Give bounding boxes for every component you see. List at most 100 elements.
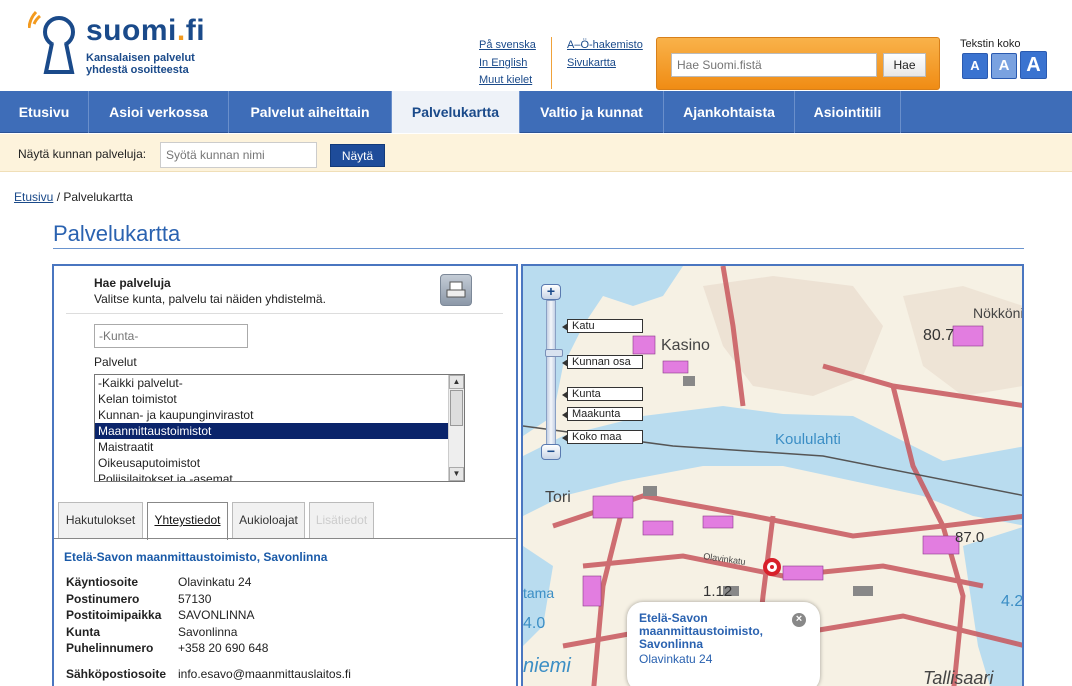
map-elevation: 87.0	[955, 529, 984, 546]
service-option[interactable]: -Kaikki palvelut-	[95, 375, 464, 391]
logo-wordmark: suomi.fi	[86, 14, 206, 47]
main-nav: Etusivu Asioi verkossa Palvelut aiheitta…	[0, 91, 1072, 133]
office-details: Käyntiosoite Olavinkatu 24 Postinumero 571…	[66, 574, 351, 682]
detail-key: Käyntiosoite	[66, 575, 139, 589]
text-size-control: Tekstin koko	[960, 38, 1021, 50]
municipality-show-button[interactable]: Näytä	[330, 144, 385, 167]
detail-value: 57130	[178, 591, 212, 606]
link-english[interactable]: In English	[479, 55, 536, 73]
service-option-selected[interactable]: Maanmittaustoimistot	[95, 423, 464, 439]
detail-value-email[interactable]: info.esavo@maanmittauslaitos.fi	[178, 666, 351, 683]
detail-row: Käyntiosoite Olavinkatu 24	[66, 574, 351, 591]
service-option[interactable]: Poliisilaitokset ja -asemat	[95, 471, 464, 481]
detail-row: Kunta Savonlinna	[66, 624, 351, 641]
tabs-baseline	[54, 538, 516, 539]
link-sitemap[interactable]: Sivukartta	[567, 55, 643, 73]
tab-hakutulokset[interactable]: Hakutulokset	[58, 502, 143, 539]
site-search-input[interactable]	[671, 53, 877, 77]
zoom-level-koko-maa[interactable]: Koko maa	[562, 430, 643, 444]
detail-row-email: Sähköpostiosoite info.esavo@maanmittausla…	[66, 666, 351, 683]
tab-yhteystiedot[interactable]: Yhteystiedot	[147, 502, 228, 540]
detail-key: Postinumero	[66, 591, 140, 606]
nav-item-valtio-ja-kunnat[interactable]: Valtio ja kunnat	[520, 91, 664, 133]
service-option[interactable]: Maistraatit	[95, 439, 464, 455]
map-elevation: 1.12	[703, 583, 732, 600]
map-label-tallisaari: Tallisaari	[923, 668, 994, 686]
nav-item-asiointitili[interactable]: Asiointitili	[795, 91, 901, 133]
scroll-down-icon[interactable]: ▼	[449, 467, 464, 481]
map-label-tama: tama	[523, 585, 554, 601]
text-size-large-button[interactable]: A	[1020, 51, 1047, 79]
nav-item-palvelukartta[interactable]: Palvelukartta	[392, 91, 520, 133]
text-size-medium-button[interactable]: A	[991, 53, 1017, 79]
panel-subtitle: Valitse kunta, palvelu tai näiden yhdist…	[94, 292, 326, 306]
tab-lisatiedot: Lisätiedot	[309, 502, 374, 539]
result-tabs: Hakutulokset Yhteystiedot Aukioloajat Li…	[58, 502, 516, 540]
scroll-thumb[interactable]	[450, 390, 463, 426]
service-map[interactable]: Kasino Koululahti Nökköni Tori Olavinkat…	[521, 264, 1024, 686]
office-name: Etelä-Savon maanmittaustoimisto, Savonli…	[64, 550, 328, 564]
service-option[interactable]: Kelan toimistot	[95, 391, 464, 407]
page: suomi.fi Kansalaisen palvelut yhdestä os…	[0, 0, 1072, 686]
map-info-popup: Etelä-Savon maanmittaustoimisto, Savonli…	[627, 602, 820, 686]
breadcrumb-current: Palvelukartta	[63, 190, 133, 204]
detail-row: Postitoimipaikka SAVONLINNA	[66, 607, 351, 624]
panel-divider	[66, 313, 503, 314]
nav-item-ajankohtaista[interactable]: Ajankohtaista	[664, 91, 795, 133]
map-label-kasino: Kasino	[661, 337, 710, 354]
map-elevation: 4.2	[1001, 593, 1023, 610]
service-search-panel: Hae palveluja Valitse kunta, palvelu tai…	[52, 264, 518, 686]
map-elevation: 80.7	[923, 327, 954, 344]
map-label-tori: Tori	[545, 489, 571, 506]
nav-item-asioi-verkossa[interactable]: Asioi verkossa	[89, 91, 229, 133]
breadcrumb: Etusivu / Palvelukartta	[14, 190, 133, 204]
logo-tagline: Kansalaisen palvelut yhdestä osoitteesta	[86, 52, 195, 76]
detail-key: Kunta	[66, 624, 100, 639]
nav-item-etusivu[interactable]: Etusivu	[0, 91, 89, 133]
service-option[interactable]: Oikeusaputoimistot	[95, 455, 464, 471]
detail-value: SAVONLINNA	[178, 608, 255, 622]
detail-value: Savonlinna	[178, 624, 238, 639]
map-label-koululahti: Koululahti	[775, 431, 841, 448]
link-a-o-index[interactable]: A–Ö-hakemisto	[567, 37, 643, 55]
zoom-level-kunta[interactable]: Kunta	[562, 387, 643, 401]
zoom-level-katu[interactable]: Katu	[562, 319, 643, 333]
site-search-button[interactable]: Hae	[883, 53, 926, 77]
scroll-up-icon[interactable]: ▲	[449, 375, 464, 389]
map-label-niemi: niemi	[523, 655, 571, 677]
location-marker-icon[interactable]	[763, 558, 781, 576]
print-button[interactable]	[440, 274, 472, 306]
zoom-out-button[interactable]: −	[541, 444, 561, 460]
site-search: Hae	[656, 37, 940, 90]
zoom-control: + −	[541, 284, 563, 460]
zoom-slider[interactable]	[545, 300, 563, 446]
link-other-languages[interactable]: Muut kielet	[479, 72, 536, 90]
suomi-fi-logo[interactable]: suomi.fi Kansalaisen palvelut yhdestä os…	[27, 10, 208, 80]
tab-aukioloajat[interactable]: Aukioloajat	[232, 502, 305, 539]
breadcrumb-home-link[interactable]: Etusivu	[14, 190, 53, 204]
services-label: Palvelut	[94, 355, 137, 369]
link-svenska[interactable]: På svenska	[479, 37, 536, 55]
title-divider	[53, 248, 1024, 249]
zoom-slider-handle[interactable]	[545, 349, 563, 357]
municipality-input[interactable]	[160, 142, 317, 168]
detail-row: Postinumero 57130	[66, 591, 351, 608]
detail-row: Puhelinnumero +358 20 690 648	[66, 640, 351, 657]
zoom-in-button[interactable]: +	[541, 284, 561, 300]
nav-item-palvelut-aiheittain[interactable]: Palvelut aiheittain	[229, 91, 392, 133]
text-size-small-button[interactable]: A	[962, 53, 988, 79]
service-option[interactable]: Kunnan- ja kaupunginvirastot	[95, 407, 464, 423]
detail-value: Olavinkatu 24	[178, 575, 252, 589]
panel-title: Hae palveluja	[94, 276, 171, 290]
popup-address: Olavinkatu 24	[639, 652, 713, 666]
breadcrumb-separator: /	[53, 190, 64, 204]
map-label-nokkoni: Nökköni	[973, 305, 1024, 321]
services-listbox[interactable]: -Kaikki palvelut- Kelan toimistot Kunnan…	[94, 374, 465, 482]
municipality-filter-input[interactable]	[94, 324, 248, 348]
services-scrollbar[interactable]: ▲ ▼	[448, 375, 464, 481]
zoom-level-maakunta[interactable]: Maakunta	[562, 407, 643, 421]
detail-key: Postitoimipaikka	[66, 608, 162, 622]
zoom-level-kunnan-osa[interactable]: Kunnan osa	[562, 355, 643, 369]
site-links: A–Ö-hakemisto Sivukartta	[567, 37, 643, 72]
popup-close-icon[interactable]: ×	[792, 613, 806, 627]
